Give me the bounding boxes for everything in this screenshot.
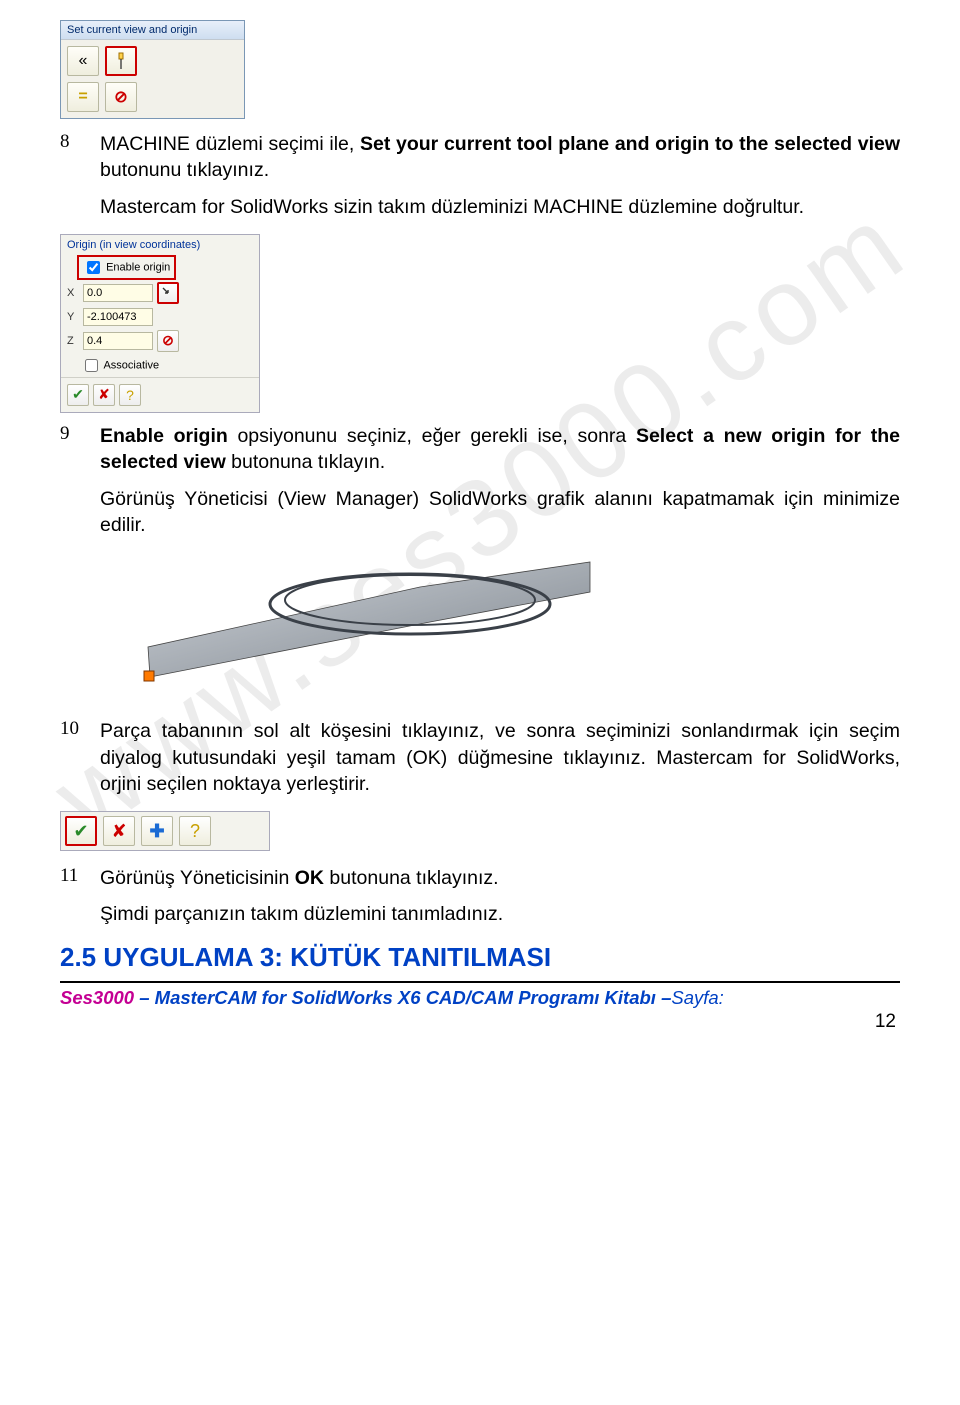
no-entry-icon[interactable]: ⊘ [105, 82, 137, 112]
step-number: 9 [60, 423, 82, 538]
associative-checkbox[interactable]: Associative [61, 354, 259, 377]
step-text: Görünüş Yöneticisinin OK butonuna tıklay… [100, 865, 503, 928]
equals-icon[interactable]: = [67, 82, 99, 112]
help-icon[interactable]: ? [119, 384, 141, 406]
page-number: 12 [60, 1011, 900, 1033]
step-number: 8 [60, 131, 82, 220]
origin-pin-icon[interactable] [105, 46, 137, 76]
z-input[interactable] [83, 332, 153, 350]
ok-icon[interactable]: ✔ [67, 384, 89, 406]
part-3d-illustration [120, 552, 600, 702]
footer-line: Ses3000 – MasterCAM for SolidWorks X6 CA… [60, 987, 900, 1009]
help-button-icon[interactable]: ? [179, 816, 211, 846]
pick-origin-icon[interactable] [157, 282, 179, 304]
step-number: 11 [60, 865, 82, 928]
enable-origin-checkbox[interactable]: Enable origin [77, 255, 176, 280]
step-11: 11 Görünüş Yöneticisinin OK butonuna tık… [60, 865, 900, 928]
enable-origin-label: Enable origin [106, 261, 170, 273]
x-label: X [67, 287, 79, 299]
associative-label: Associative [103, 359, 159, 371]
set-view-origin-dialog: Set current view and origin « = ⊘ [60, 20, 245, 119]
step-text: Parça tabanının sol alt köşesini tıklayı… [100, 718, 900, 797]
origin-coordinates-panel: Origin (in view coordinates) Enable orig… [60, 234, 260, 413]
arrow-left-icon[interactable]: « [67, 46, 99, 76]
confirm-toolbar: ✔ ✘ ✚ ? [60, 811, 270, 851]
step-9: 9 Enable origin opsiyonunu seçiniz, eğer… [60, 423, 900, 538]
footer-separator [60, 981, 900, 983]
y-label: Y [67, 311, 79, 323]
add-button-icon[interactable]: ✚ [141, 816, 173, 846]
dialog-title: Set current view and origin [61, 21, 244, 40]
z-label: Z [67, 335, 79, 347]
cancel-icon[interactable]: ✘ [93, 384, 115, 406]
enable-origin-input[interactable] [87, 261, 100, 274]
associative-input[interactable] [85, 359, 98, 372]
cancel-button-icon[interactable]: ✘ [103, 816, 135, 846]
y-input[interactable] [83, 308, 153, 326]
step-10: 10 Parça tabanının sol alt köşesini tıkl… [60, 718, 900, 797]
section-heading: 2.5 UYGULAMA 3: KÜTÜK TANITILMASI [60, 942, 900, 973]
clear-origin-icon[interactable]: ⊘ [157, 330, 179, 352]
step-text: MACHINE düzlemi seçimi ile, Set your cur… [100, 131, 900, 220]
step-8: 8 MACHINE düzlemi seçimi ile, Set your c… [60, 131, 900, 220]
ok-button-icon[interactable]: ✔ [65, 816, 97, 846]
origin-section-title: Origin (in view coordinates) [61, 235, 259, 255]
x-input[interactable] [83, 284, 153, 302]
step-number: 10 [60, 718, 82, 797]
step-text: Enable origin opsiyonunu seçiniz, eğer g… [100, 423, 900, 538]
